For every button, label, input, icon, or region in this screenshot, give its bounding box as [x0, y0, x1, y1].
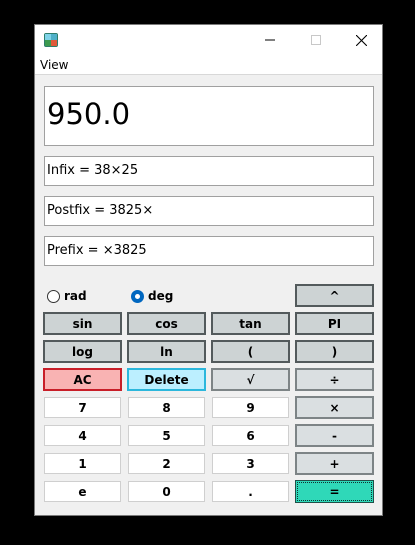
digit-9-button[interactable]: 9 [212, 397, 289, 418]
radio-deg-label: deg [148, 289, 174, 303]
power-button[interactable]: ^ [295, 284, 374, 307]
radio-rad-circle [47, 289, 60, 303]
close-icon [355, 34, 367, 46]
digit-0-button[interactable]: 0 [128, 481, 205, 502]
divide-button[interactable]: ÷ [295, 368, 374, 391]
prefix-field: Prefix = ×3825 [44, 236, 374, 266]
digit-6-button[interactable]: 6 [212, 425, 289, 446]
pi-button[interactable]: PI [295, 312, 374, 335]
digit-7-button[interactable]: 7 [44, 397, 121, 418]
subtract-button[interactable]: - [295, 424, 374, 447]
radio-deg-circle [131, 289, 144, 303]
digit-4-button[interactable]: 4 [44, 425, 121, 446]
sqrt-button[interactable]: √ [211, 368, 290, 391]
app-icon [44, 33, 58, 47]
tan-button[interactable]: tan [211, 312, 290, 335]
delete-button[interactable]: Delete [127, 368, 206, 391]
sin-button[interactable]: sin [43, 312, 122, 335]
cos-button[interactable]: cos [127, 312, 206, 335]
infix-text: Infix = 38×25 [47, 163, 139, 178]
digit-1-button[interactable]: 1 [44, 453, 121, 474]
menu-item-view[interactable]: View [40, 58, 68, 72]
clear-all-button[interactable]: AC [43, 368, 122, 391]
menu-bar: View [35, 55, 382, 75]
add-button[interactable]: + [295, 452, 374, 475]
infix-field: Infix = 38×25 [44, 156, 374, 186]
ln-button[interactable]: ln [127, 340, 206, 363]
digit-5-button[interactable]: 5 [128, 425, 205, 446]
close-button[interactable] [338, 25, 384, 55]
maximize-button[interactable] [293, 25, 339, 55]
equals-button[interactable]: = [295, 480, 374, 503]
minimize-button[interactable] [247, 25, 293, 55]
close-paren-button[interactable]: ) [295, 340, 374, 363]
digit-3-button[interactable]: 3 [212, 453, 289, 474]
result-value: 950.0 [47, 97, 131, 131]
postfix-text: Postfix = 3825× [47, 203, 154, 218]
title-bar[interactable] [35, 25, 382, 55]
log-button[interactable]: log [43, 340, 122, 363]
calculator-window: View 950.0 Infix = 38×25 Postfix = 3825×… [34, 24, 383, 516]
multiply-button[interactable]: × [295, 396, 374, 419]
open-paren-button[interactable]: ( [211, 340, 290, 363]
minimize-icon [265, 39, 275, 41]
result-display: 950.0 [44, 86, 374, 146]
postfix-field: Postfix = 3825× [44, 196, 374, 226]
digit-2-button[interactable]: 2 [128, 453, 205, 474]
prefix-text: Prefix = ×3825 [47, 243, 147, 258]
euler-e-button[interactable]: e [44, 481, 121, 502]
decimal-point-button[interactable]: . [212, 481, 289, 502]
radio-deg[interactable]: deg [131, 288, 173, 304]
radio-rad[interactable]: rad [47, 288, 87, 304]
radio-rad-label: rad [64, 289, 87, 303]
digit-8-button[interactable]: 8 [128, 397, 205, 418]
maximize-icon [311, 35, 321, 45]
